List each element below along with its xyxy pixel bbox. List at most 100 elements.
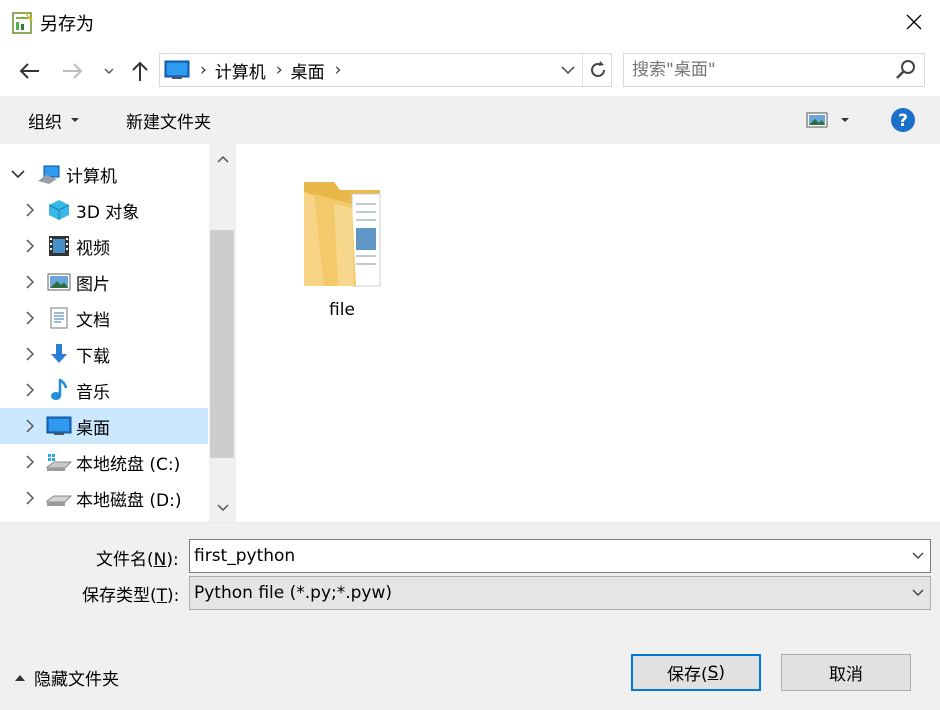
forward-button[interactable] [58, 56, 88, 86]
chevron-right-icon[interactable] [20, 239, 40, 253]
chevron-expanded-icon[interactable] [8, 169, 28, 179]
nav-pane-scrollbar[interactable] [209, 144, 236, 522]
navigation-pane: 计算机 3D 对象 视频 图片 文档 下载 音乐 桌面 本地统盘 (C:) 本地… [0, 144, 236, 522]
chevron-up-icon [15, 674, 25, 681]
chevron-right-icon[interactable] [20, 491, 40, 505]
breadcrumb-separator-icon: › [200, 60, 207, 80]
up-button[interactable] [126, 56, 154, 86]
recent-locations-button[interactable] [98, 56, 120, 86]
svg-text:?: ? [898, 111, 908, 131]
address-bar[interactable]: › 计算机 › 桌面 › [159, 53, 612, 87]
nav-item-label: 本地统盘 (C:) [76, 454, 181, 475]
file-list: file [236, 144, 940, 522]
breadcrumb-desktop[interactable]: 桌面 [291, 58, 325, 83]
save-options-panel: 文件名(N): 保存类型(T): Python file (*.py;*.pyw… [0, 522, 940, 710]
breadcrumb-computer[interactable]: 计算机 [215, 58, 266, 83]
breadcrumb-location-icon [164, 60, 190, 80]
picture-icon [46, 271, 72, 293]
nav-item-computer[interactable]: 计算机 [0, 156, 208, 192]
cube-icon [46, 199, 72, 221]
nav-item-downloads[interactable]: 下载 [0, 336, 208, 372]
refresh-icon [590, 61, 605, 77]
nav-item-videos[interactable]: 视频 [0, 228, 208, 264]
hide-folders-label: 隐藏文件夹 [34, 670, 119, 690]
new-folder-button[interactable]: 新建文件夹 [116, 104, 221, 136]
chevron-right-icon[interactable] [20, 311, 40, 325]
document-icon [46, 307, 72, 329]
chevron-up-icon [216, 155, 229, 163]
nav-item-drive-d[interactable]: 本地磁盘 (D:) [0, 480, 208, 516]
nav-item-label: 本地磁盘 (D:) [76, 490, 182, 511]
help-icon: ? [891, 108, 915, 132]
refresh-button[interactable] [582, 54, 612, 86]
filename-label: 文件名(N): [96, 550, 179, 570]
window-title: 另存为 [40, 14, 94, 35]
chevron-down-icon [561, 65, 575, 74]
breadcrumb-separator-icon: › [275, 60, 283, 80]
organize-button[interactable]: 组织 [18, 104, 90, 136]
search-box[interactable] [623, 53, 925, 87]
arrow-left-icon [19, 63, 39, 79]
file-type-dropdown-button[interactable] [906, 577, 930, 609]
monitor-icon [164, 60, 190, 79]
nav-item-label: 3D 对象 [76, 202, 140, 223]
chevron-right-icon[interactable] [20, 275, 40, 289]
video-icon [46, 235, 72, 257]
nav-item-label: 音乐 [76, 382, 110, 403]
nav-item-label: 计算机 [66, 166, 117, 187]
nav-item-music[interactable]: 音乐 [0, 372, 208, 408]
filename-history-button[interactable] [906, 540, 930, 572]
nav-item-3d-objects[interactable]: 3D 对象 [0, 192, 208, 228]
close-icon [906, 14, 922, 30]
chevron-down-icon [912, 552, 924, 559]
desktop-icon [46, 415, 72, 437]
address-history-button[interactable] [556, 54, 580, 86]
arrow-up-icon [132, 61, 148, 81]
scroll-down-button[interactable] [209, 494, 236, 522]
caret-down-icon [71, 118, 79, 122]
nav-item-desktop[interactable]: 桌面 [0, 408, 208, 444]
search-icon[interactable] [894, 58, 918, 82]
save-button[interactable]: 保存(S) [631, 654, 761, 691]
computer-icon [36, 163, 62, 185]
caret-down-icon [841, 118, 849, 122]
view-thumbnail-icon [806, 112, 828, 128]
chevron-right-icon[interactable] [20, 347, 40, 361]
hide-folders-toggle[interactable]: 隐藏文件夹 [14, 665, 119, 690]
chevron-right-icon[interactable] [20, 203, 40, 217]
chevron-right-icon[interactable] [20, 383, 40, 397]
app-icon [12, 10, 34, 34]
nav-item-pictures[interactable]: 图片 [0, 264, 208, 300]
file-type-select[interactable]: Python file (*.py;*.pyw) [189, 576, 931, 610]
command-toolbar: 组织 新建文件夹 ? [0, 96, 940, 144]
chevron-down-icon [912, 589, 924, 596]
breadcrumb-separator-icon: › [334, 60, 342, 80]
back-button[interactable] [14, 56, 44, 86]
filename-field[interactable] [189, 539, 931, 573]
chevron-right-icon[interactable] [20, 455, 40, 469]
download-icon [46, 343, 72, 365]
nav-item-label: 图片 [76, 274, 110, 295]
help-button[interactable]: ? [886, 104, 920, 136]
change-view-button[interactable] [798, 104, 858, 136]
arrow-right-icon [63, 63, 83, 79]
nav-item-label: 桌面 [76, 418, 110, 439]
scrollbar-thumb[interactable] [210, 230, 234, 458]
chevron-down-icon [104, 68, 114, 74]
scroll-up-button[interactable] [209, 144, 236, 174]
chevron-right-icon[interactable] [20, 419, 40, 433]
search-input[interactable] [632, 54, 882, 86]
cancel-button[interactable]: 取消 [781, 654, 911, 691]
filename-input[interactable] [194, 540, 894, 572]
nav-item-drive-c[interactable]: 本地统盘 (C:) [0, 444, 208, 480]
nav-item-label: 下载 [76, 346, 110, 367]
folder-icon [304, 182, 381, 287]
folder-label: file [329, 300, 355, 320]
close-button[interactable] [888, 0, 940, 44]
drive-c-icon [46, 451, 72, 473]
file-type-value: Python file (*.py;*.pyw) [194, 583, 393, 603]
nav-item-documents[interactable]: 文档 [0, 300, 208, 336]
folder-item[interactable]: file [284, 164, 400, 332]
nav-item-label: 视频 [76, 238, 110, 259]
title-bar: 另存为 [0, 0, 940, 44]
